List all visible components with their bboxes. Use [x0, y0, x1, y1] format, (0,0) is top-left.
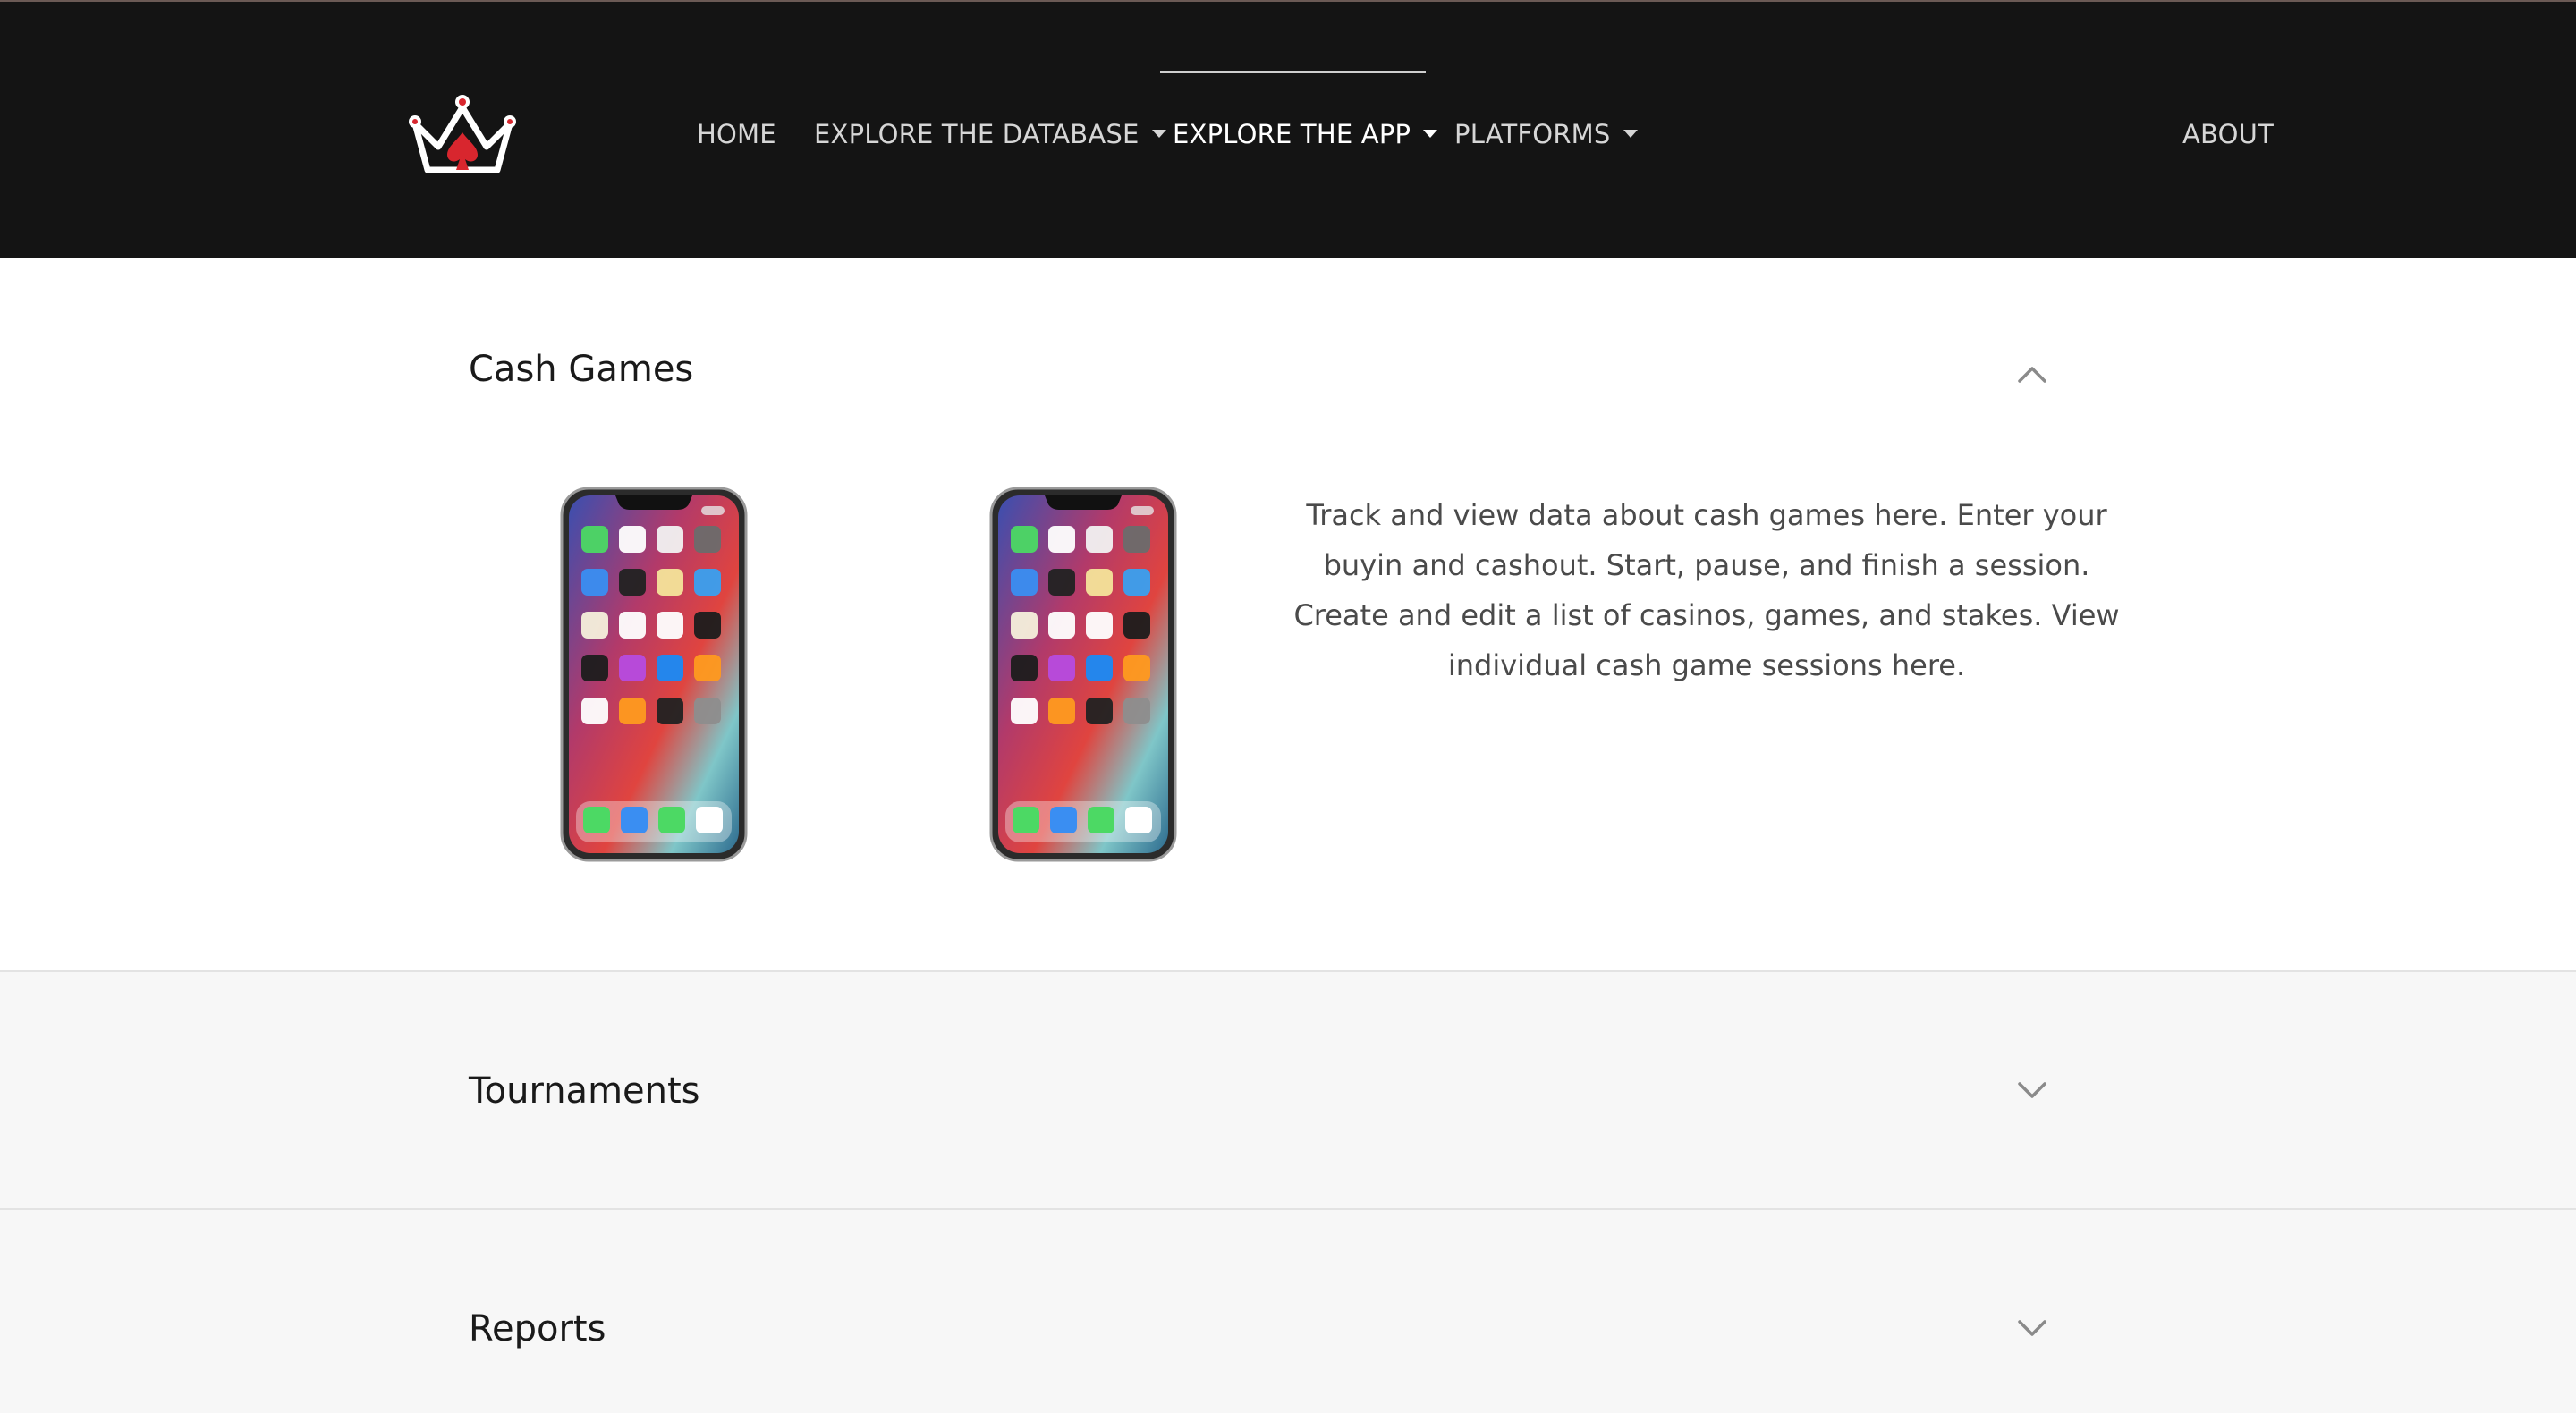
chevron-down-icon[interactable]: [2016, 1080, 2048, 1102]
caret-down-icon: [1151, 129, 1166, 138]
nav-home[interactable]: HOME: [697, 116, 776, 152]
cash-games-description: Track and view data about cash games her…: [1293, 498, 2120, 682]
nav-explore-database[interactable]: EXPLORE THE DATABASE: [814, 116, 1166, 152]
iphone-screenshot: [989, 487, 1177, 862]
accordion-cash-games: Cash Games Track and view data about cas…: [0, 258, 2576, 972]
nav-about[interactable]: ABOUT: [2182, 116, 2274, 152]
active-nav-indicator: [1160, 71, 1426, 73]
iphone-screenshot: [560, 487, 748, 862]
chevron-down-icon[interactable]: [2016, 1318, 2048, 1340]
nav-explore-database-label: EXPLORE THE DATABASE: [814, 119, 1140, 149]
nav-home-label: HOME: [697, 119, 776, 149]
chevron-up-icon[interactable]: [2016, 363, 2048, 385]
section-title-cash-games[interactable]: Cash Games: [469, 347, 693, 392]
accordion-reports[interactable]: Reports: [0, 1210, 2576, 1413]
section-title-tournaments[interactable]: Tournaments: [469, 1069, 700, 1113]
caret-down-icon: [1423, 129, 1438, 138]
nav-about-label: ABOUT: [2182, 119, 2274, 149]
accordion-tournaments[interactable]: Tournaments: [0, 972, 2576, 1210]
section-title-reports[interactable]: Reports: [469, 1307, 606, 1351]
nav-platforms[interactable]: PLATFORMS: [1454, 116, 1638, 152]
nav-explore-app[interactable]: EXPLORE THE APP: [1173, 116, 1438, 152]
nav-platforms-label: PLATFORMS: [1454, 119, 1611, 149]
caret-down-icon: [1623, 129, 1638, 138]
top-navbar: HOME EXPLORE THE DATABASE EXPLORE THE AP…: [0, 0, 2576, 258]
crown-spade-logo[interactable]: [408, 91, 517, 177]
nav-explore-app-label: EXPLORE THE APP: [1173, 119, 1411, 149]
